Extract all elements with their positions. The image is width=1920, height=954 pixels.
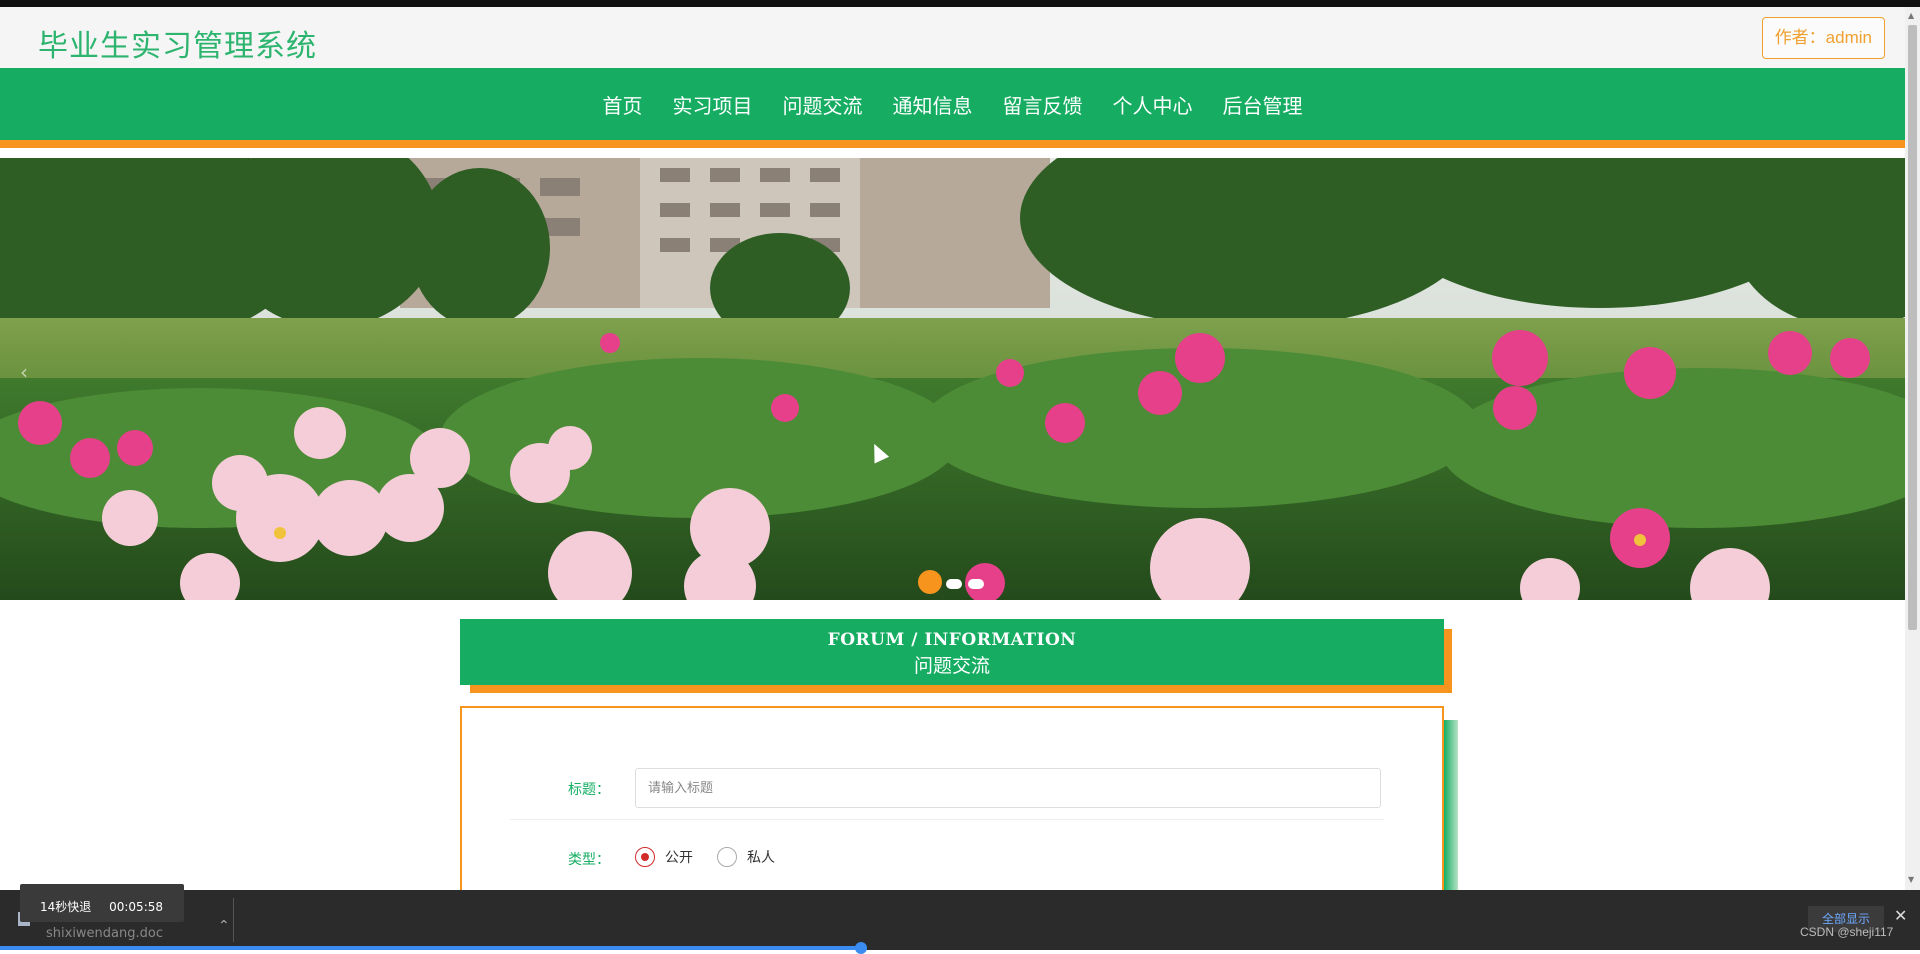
- carousel-prev-icon[interactable]: ‹: [20, 360, 28, 384]
- main-nav: 首页 实习项目 问题交流 通知信息 留言反馈 个人中心 后台管理: [0, 68, 1905, 148]
- author-button[interactable]: 作者：admin: [1761, 17, 1885, 59]
- watermark-text: CSDN @sheji117: [1800, 925, 1894, 939]
- title-input[interactable]: [635, 768, 1381, 808]
- close-icon[interactable]: ✕: [1894, 906, 1907, 925]
- nav-item-forum[interactable]: 问题交流: [783, 90, 863, 119]
- page-scrollbar[interactable]: ▲ ▼: [1905, 7, 1920, 890]
- section-header-bar: FORUM / INFORMATION 问题交流: [460, 619, 1444, 685]
- carousel-banner[interactable]: [0, 158, 1905, 600]
- type-private-radio[interactable]: [717, 847, 737, 867]
- carousel-dot[interactable]: [968, 579, 984, 589]
- site-header: 毕业生实习管理系统 作者：admin: [0, 7, 1905, 68]
- scroll-down-icon[interactable]: ▼: [1908, 875, 1914, 884]
- form-row-type: 类型： 公开 私人: [510, 832, 1384, 887]
- scroll-thumb[interactable]: [1908, 25, 1917, 630]
- nav-item-notices[interactable]: 通知信息: [893, 90, 973, 119]
- type-private-label[interactable]: 私人: [747, 847, 775, 867]
- nav-item-projects[interactable]: 实习项目: [673, 90, 753, 119]
- section-title-en: FORUM / INFORMATION: [827, 630, 1077, 650]
- type-public-radio[interactable]: [635, 847, 655, 867]
- carousel-dot[interactable]: [946, 579, 962, 589]
- download-file-name[interactable]: shixiwendang.doc: [46, 926, 163, 941]
- nav-item-home[interactable]: 首页: [603, 90, 643, 119]
- video-progress-knob[interactable]: [855, 942, 867, 954]
- nav-item-feedback[interactable]: 留言反馈: [1003, 90, 1083, 119]
- download-bar: shixiwendang.doc ⌃: [0, 890, 1920, 950]
- type-label: 类型：: [568, 852, 610, 868]
- form-row-title: 标题：: [510, 762, 1384, 820]
- carousel-dot-active[interactable]: [918, 570, 942, 594]
- seek-time: 00:05:58: [109, 900, 164, 914]
- section-header: FORUM / INFORMATION 问题交流: [460, 619, 1452, 693]
- banner-image: [0, 158, 1905, 600]
- video-progress-bar[interactable]: [0, 946, 862, 950]
- video-seek-tooltip: 14秒快退 00:05:58: [20, 884, 184, 922]
- seek-label: 14秒快退: [40, 900, 92, 914]
- section-title-cn: 问题交流: [913, 655, 990, 677]
- window-top-strip: [0, 0, 1920, 7]
- type-public-label[interactable]: 公开: [665, 847, 693, 867]
- nav-list: 首页 实习项目 问题交流 通知信息 留言反馈 个人中心 后台管理: [0, 68, 1905, 140]
- form-accent-edge: [1444, 720, 1458, 891]
- site-title: 毕业生实习管理系统: [38, 29, 317, 64]
- nav-item-profile[interactable]: 个人中心: [1113, 90, 1193, 119]
- scroll-up-icon[interactable]: ▲: [1908, 11, 1914, 20]
- chevron-up-icon[interactable]: ⌃: [218, 918, 230, 934]
- type-radio-group: 公开 私人: [635, 847, 799, 867]
- download-divider: [233, 898, 234, 942]
- nav-item-admin[interactable]: 后台管理: [1223, 90, 1303, 119]
- title-label: 标题：: [568, 782, 610, 798]
